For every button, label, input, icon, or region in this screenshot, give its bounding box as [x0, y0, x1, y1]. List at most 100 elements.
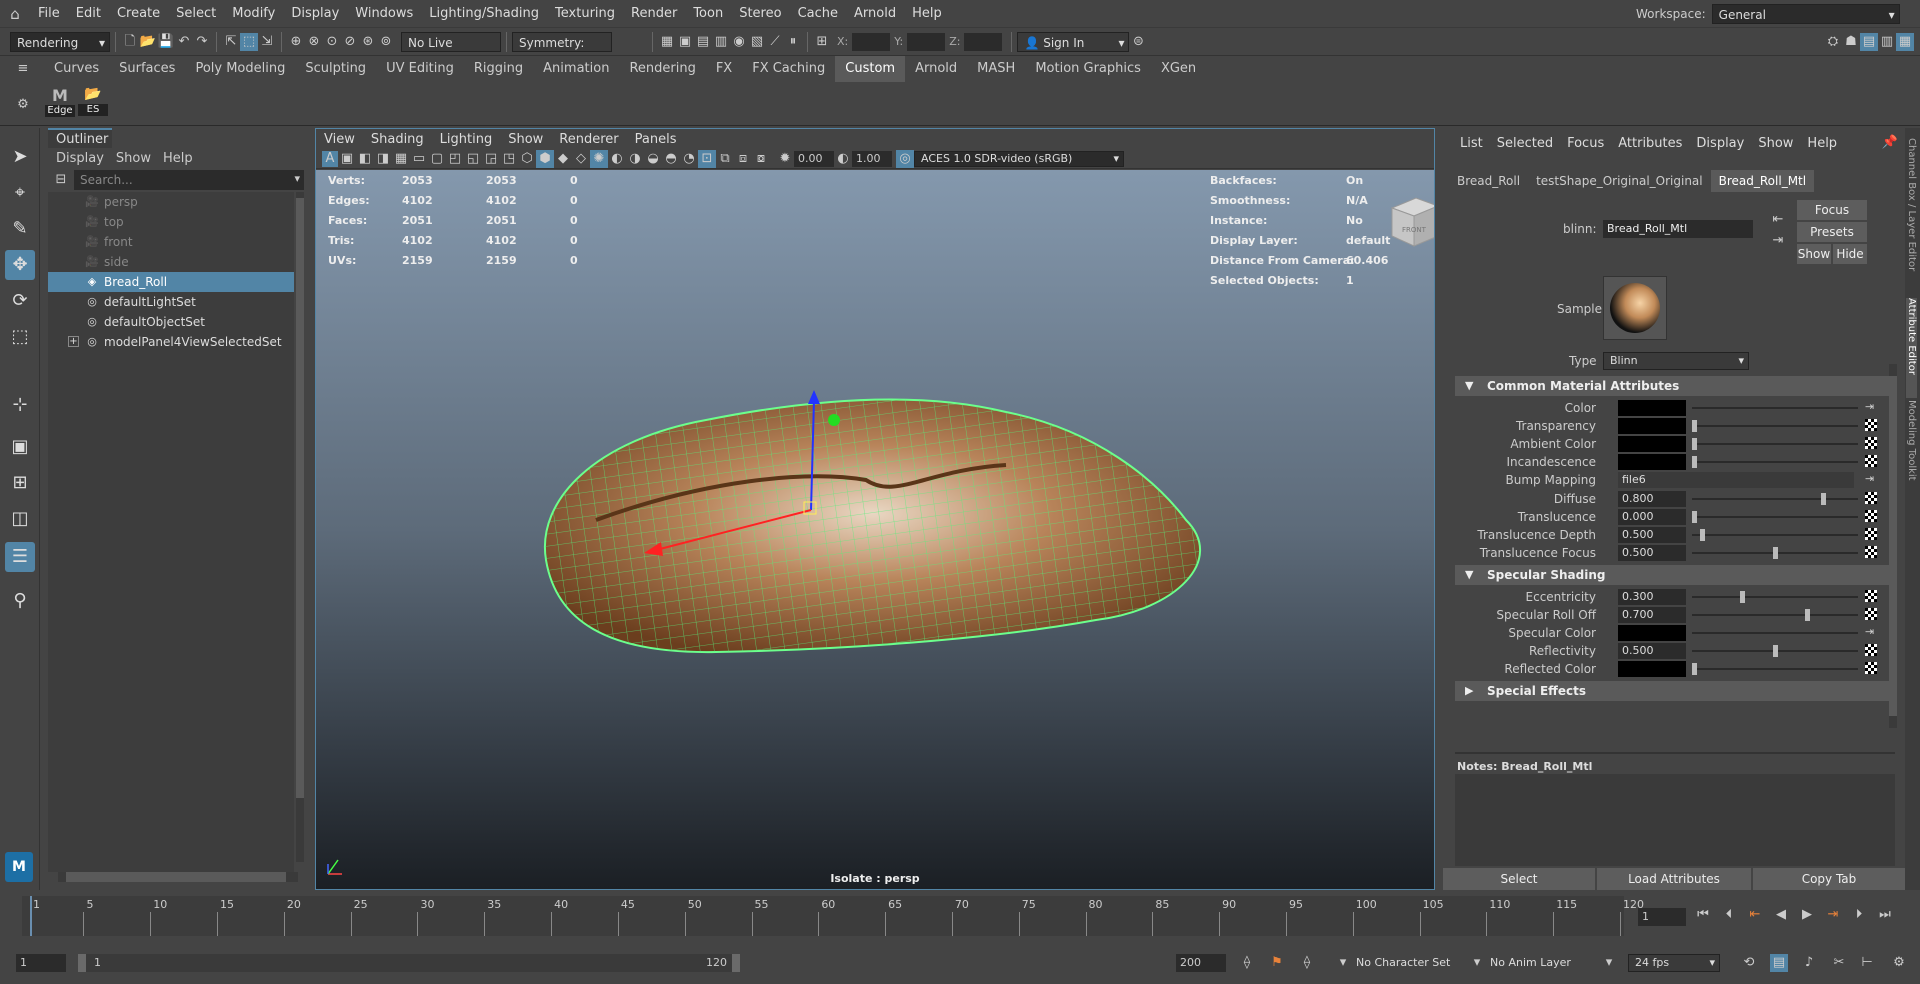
anim-layer-label[interactable]: No Anim Layer: [1490, 956, 1571, 969]
menu-modify[interactable]: Modify: [224, 0, 283, 28]
grid-icon[interactable]: ▦: [392, 150, 410, 168]
single-pane-layout-icon[interactable]: ▣: [5, 432, 35, 462]
move-tool-icon[interactable]: ✥: [5, 250, 35, 280]
gamma-icon[interactable]: ◐: [834, 150, 852, 168]
side-tab-modeling-toolkit[interactable]: Modeling Toolkit: [1906, 400, 1917, 500]
menu-arnold[interactable]: Arnold: [846, 0, 904, 28]
shadows-icon[interactable]: ◐: [608, 150, 626, 168]
play-backwards-icon[interactable]: ◀: [1772, 906, 1790, 924]
outliner-menu-show[interactable]: Show: [116, 148, 151, 170]
attr-tab-testshape-original-original[interactable]: testShape_Original_Original: [1528, 170, 1711, 192]
viewport-menu-view[interactable]: View: [316, 132, 363, 147]
attr-menu-help[interactable]: Help: [1800, 136, 1844, 151]
attr-value-field[interactable]: 0.700: [1618, 607, 1686, 623]
outliner-item-front[interactable]: 🎥 front: [48, 232, 294, 252]
attr-slider[interactable]: [1692, 529, 1858, 541]
copy-tab-button[interactable]: Copy Tab: [1753, 868, 1905, 890]
help-search-icon[interactable]: ⊜: [1129, 33, 1147, 51]
material-type-dropdown[interactable]: Blinn ▾: [1603, 352, 1749, 370]
menuset-dropdown[interactable]: Rendering ▾: [10, 31, 110, 52]
search-icon[interactable]: ⚲: [5, 586, 35, 616]
shelf-menu-icon[interactable]: ≡: [14, 60, 32, 78]
checker-map-icon[interactable]: [1865, 644, 1877, 656]
animation-preferences-icon[interactable]: ✂: [1830, 954, 1848, 972]
slider-thumb[interactable]: [1804, 609, 1810, 621]
viewport-menu-show[interactable]: Show: [500, 132, 551, 147]
field-chart-icon[interactable]: ◱: [464, 150, 482, 168]
motion-blur-icon[interactable]: ◒: [644, 150, 662, 168]
filter-icon[interactable]: ⊟: [52, 171, 70, 189]
playback-range-bar[interactable]: 1 120: [78, 954, 740, 972]
image-plane-icon[interactable]: ◨: [374, 150, 392, 168]
render-view-icon[interactable]: ▦: [658, 33, 676, 51]
attr-slider[interactable]: [1692, 438, 1858, 450]
preferences-icon[interactable]: ⚙: [1890, 954, 1908, 972]
range-handle-end[interactable]: [732, 954, 740, 972]
current-frame-field[interactable]: 1: [1638, 908, 1686, 926]
shelf-button-edge[interactable]: M Edge: [45, 86, 75, 122]
menu-toon[interactable]: Toon: [685, 0, 731, 28]
snap-grid-icon[interactable]: ⊕: [287, 33, 305, 51]
menu-select[interactable]: Select: [168, 0, 224, 28]
attr-menu-selected[interactable]: Selected: [1490, 136, 1560, 151]
expand-icon[interactable]: +: [68, 336, 79, 347]
attr-menu-focus[interactable]: Focus: [1560, 136, 1611, 151]
color-swatch[interactable]: [1618, 400, 1686, 416]
character-set-label[interactable]: No Character Set: [1356, 956, 1450, 969]
shelf-tab-surfaces[interactable]: Surfaces: [109, 56, 185, 82]
key-mode-icon[interactable]: ⟠: [1298, 954, 1316, 972]
checker-map-icon[interactable]: [1865, 546, 1877, 558]
snap-surface-icon[interactable]: ⊛: [359, 33, 377, 51]
attr-value-field[interactable]: 0.300: [1618, 589, 1686, 605]
hypershade-icon[interactable]: ◉: [730, 33, 748, 51]
slider-thumb[interactable]: [1692, 511, 1697, 523]
outliner-menu-display[interactable]: Display: [56, 148, 104, 170]
colorspace-dropdown[interactable]: ACES 1.0 SDR-video (sRGB) ▾: [914, 150, 1124, 167]
select-component-icon[interactable]: ⇲: [258, 33, 276, 51]
side-tab-attribute-editor[interactable]: Attribute Editor: [1906, 298, 1917, 398]
undo-icon[interactable]: ↶: [175, 33, 193, 51]
smooth-shade-icon[interactable]: ⬢: [536, 149, 554, 168]
end-time-field[interactable]: 200: [1176, 954, 1226, 972]
shelf-tab-xgen[interactable]: XGen: [1151, 56, 1206, 82]
menu-stereo[interactable]: Stereo: [731, 0, 789, 28]
attr-slider[interactable]: [1692, 547, 1858, 559]
shelf-tab-mash[interactable]: MASH: [967, 56, 1025, 82]
z-field[interactable]: [964, 32, 1003, 51]
outliner-item-side[interactable]: 🎥 side: [48, 252, 294, 272]
start-time-field[interactable]: 1: [16, 954, 66, 972]
attr-slider[interactable]: [1692, 456, 1858, 468]
slider-thumb[interactable]: [1692, 456, 1697, 468]
outliner-vertical-scrollbar[interactable]: [296, 192, 304, 862]
sound-icon[interactable]: ♪: [1800, 954, 1818, 972]
attribute-scrollbar[interactable]: [1889, 364, 1897, 728]
outliner-search-input[interactable]: Search...: [74, 170, 304, 190]
menu-cache[interactable]: Cache: [790, 0, 846, 28]
slider-thumb[interactable]: [1692, 663, 1697, 675]
character-set-menu-icon[interactable]: ▾: [1334, 954, 1352, 972]
slider-thumb[interactable]: [1692, 438, 1697, 450]
node-name-field[interactable]: Bread_Roll_Mtl: [1603, 220, 1753, 238]
save-scene-icon[interactable]: 💾: [157, 33, 175, 51]
snap-point-icon[interactable]: ⊙: [323, 33, 341, 51]
menu-display[interactable]: Display: [283, 0, 347, 28]
outliner-tab[interactable]: Outliner: [48, 128, 112, 148]
paint-select-tool-icon[interactable]: ✎: [5, 214, 35, 244]
menu-render[interactable]: Render: [623, 0, 685, 28]
viewcube[interactable]: FRONT: [1384, 192, 1434, 252]
bookmark-icon[interactable]: ◧: [356, 150, 374, 168]
shelf-tab-fx-caching[interactable]: FX Caching: [742, 56, 835, 82]
presets-button[interactable]: Presets: [1797, 222, 1867, 242]
attr-slider[interactable]: [1692, 591, 1858, 603]
gate-mask-icon[interactable]: ◰: [446, 150, 464, 168]
move-manipulator-z[interactable]: [828, 414, 840, 426]
attr-value-field[interactable]: 0.500: [1618, 527, 1686, 543]
attr-value-field[interactable]: 0.000: [1618, 509, 1686, 525]
resolution-gate-icon[interactable]: ▢: [428, 150, 446, 168]
two-pane-layout-icon[interactable]: ◫: [5, 504, 35, 534]
render-frame-icon[interactable]: ▣: [676, 33, 694, 51]
color-management-icon[interactable]: ◎: [896, 149, 914, 168]
checker-map-icon[interactable]: [1865, 419, 1877, 431]
checker-map-icon[interactable]: [1865, 608, 1877, 620]
x-field[interactable]: [852, 32, 891, 51]
